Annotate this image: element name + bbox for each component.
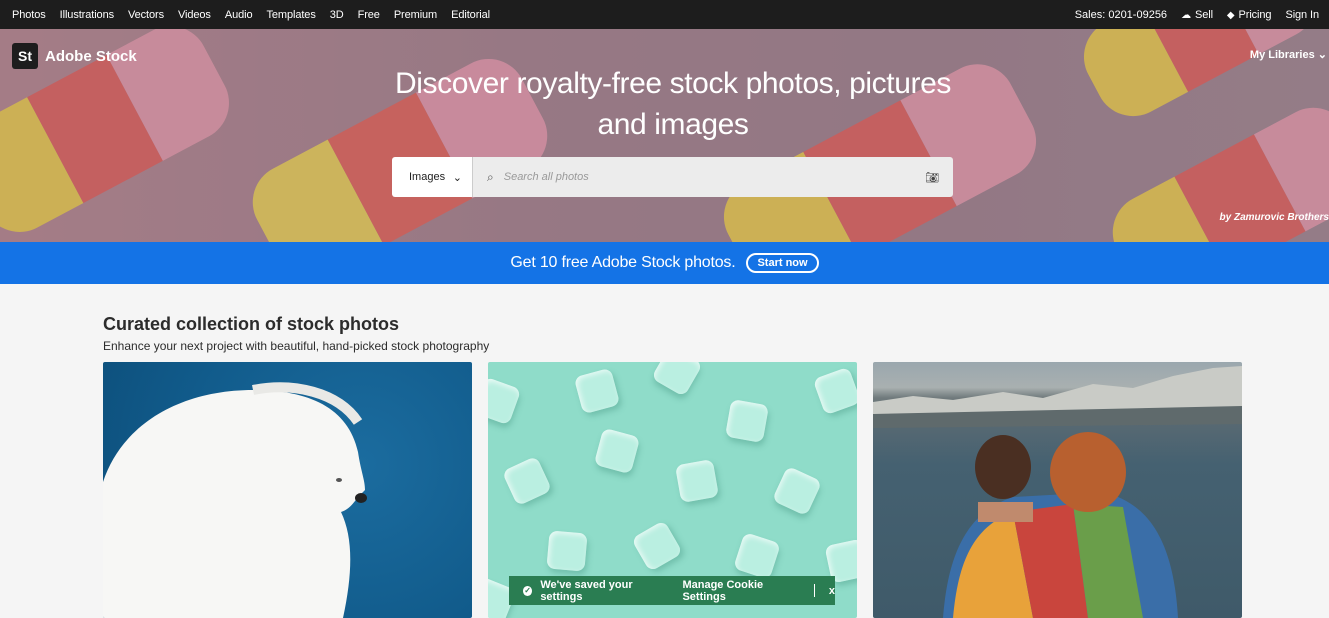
- nav-videos[interactable]: Videos: [178, 9, 211, 21]
- top-nav: Photos Illustrations Vectors Videos Audi…: [0, 0, 1329, 29]
- ice-cube: [546, 530, 588, 572]
- promo-banner: Get 10 free Adobe Stock photos. Start no…: [0, 242, 1329, 284]
- content-type-select[interactable]: Images ⌄: [392, 157, 473, 197]
- chevron-down-icon: ⌄: [1317, 49, 1327, 61]
- promo-text: Get 10 free Adobe Stock photos.: [510, 254, 736, 271]
- sell-link[interactable]: ☁ Sell: [1181, 9, 1213, 21]
- pricing-label: Pricing: [1238, 8, 1272, 21]
- search-input[interactable]: ⌕ Search all photos 📷︎: [473, 157, 953, 197]
- content-type-value: Images: [409, 171, 446, 183]
- nav-editorial[interactable]: Editorial: [451, 9, 490, 21]
- nav-illustrations[interactable]: Illustrations: [60, 9, 114, 21]
- couple-image: [873, 366, 1242, 618]
- category-nav: Photos Illustrations Vectors Videos Audi…: [12, 0, 490, 29]
- ice-cube: [631, 520, 683, 572]
- nav-premium[interactable]: Premium: [394, 9, 437, 21]
- tag-icon: ◆: [1226, 9, 1235, 21]
- ice-cube: [812, 366, 857, 416]
- nav-templates[interactable]: Templates: [266, 9, 315, 21]
- image-credit: by Zamurovic Brothers: [1219, 212, 1329, 223]
- check-icon: ✓: [523, 585, 533, 596]
- ice-cube: [651, 362, 703, 397]
- ice-cube: [674, 458, 720, 504]
- nav-3d[interactable]: 3D: [330, 9, 344, 21]
- nav-vectors[interactable]: Vectors: [128, 9, 164, 21]
- ice-cube: [724, 398, 770, 444]
- hero-title: Discover royalty-free stock photos, pict…: [0, 63, 1329, 145]
- nav-free[interactable]: Free: [358, 9, 380, 21]
- hero-title-line2: and images: [597, 108, 749, 141]
- cookie-toast: ✓ We've saved your settings Manage Cooki…: [509, 576, 835, 605]
- close-button[interactable]: x: [829, 585, 835, 597]
- nav-photos[interactable]: Photos: [12, 9, 46, 21]
- account-nav: Sales: 0201-09256 ☁ Sell ◆ Pricing Sign In: [1075, 0, 1319, 29]
- hero-title-line1: Discover royalty-free stock photos, pict…: [395, 67, 951, 100]
- section-heading: Curated collection of stock photos: [103, 314, 400, 334]
- hero-banner: St Adobe Stock My Libraries ⌄ Discover r…: [0, 29, 1329, 242]
- search-bar: Images ⌄ ⌕ Search all photos 📷︎: [392, 157, 953, 197]
- ice-cube: [733, 532, 781, 580]
- ice-cube: [573, 367, 621, 415]
- search-icon: ⌕: [487, 169, 494, 184]
- sales-phone: Sales: 0201-09256: [1074, 8, 1168, 21]
- upload-cloud-icon: ☁: [1181, 9, 1191, 21]
- ice-cube: [488, 376, 522, 426]
- logo-name: Adobe Stock: [45, 47, 137, 65]
- section-subheading: Enhance your next project with beautiful…: [103, 339, 490, 353]
- ice-cube: [771, 465, 823, 517]
- sell-label: Sell: [1194, 8, 1213, 21]
- camera-icon[interactable]: 📷︎: [925, 171, 939, 184]
- search-placeholder: Search all photos: [503, 171, 589, 183]
- my-libraries-label: My Libraries: [1249, 49, 1315, 61]
- cookie-message: We've saved your settings: [540, 578, 633, 603]
- my-libraries-button[interactable]: My Libraries ⌄: [1250, 48, 1327, 61]
- divider: [813, 584, 815, 597]
- pricing-link[interactable]: ◆ Pricing: [1227, 9, 1272, 21]
- manage-cookie-settings-link[interactable]: Manage Cookie Settings: [682, 579, 800, 603]
- dog-image: [103, 382, 367, 618]
- photo-card-dog[interactable]: [103, 362, 472, 618]
- photo-card-couple-flag[interactable]: [873, 362, 1242, 618]
- start-now-button[interactable]: Start now: [746, 253, 819, 273]
- nav-audio[interactable]: Audio: [225, 9, 253, 21]
- sign-in-link[interactable]: Sign In: [1285, 9, 1319, 21]
- ice-cube: [501, 455, 553, 507]
- ice-cube: [593, 427, 641, 475]
- chevron-down-icon: ⌄: [452, 171, 462, 184]
